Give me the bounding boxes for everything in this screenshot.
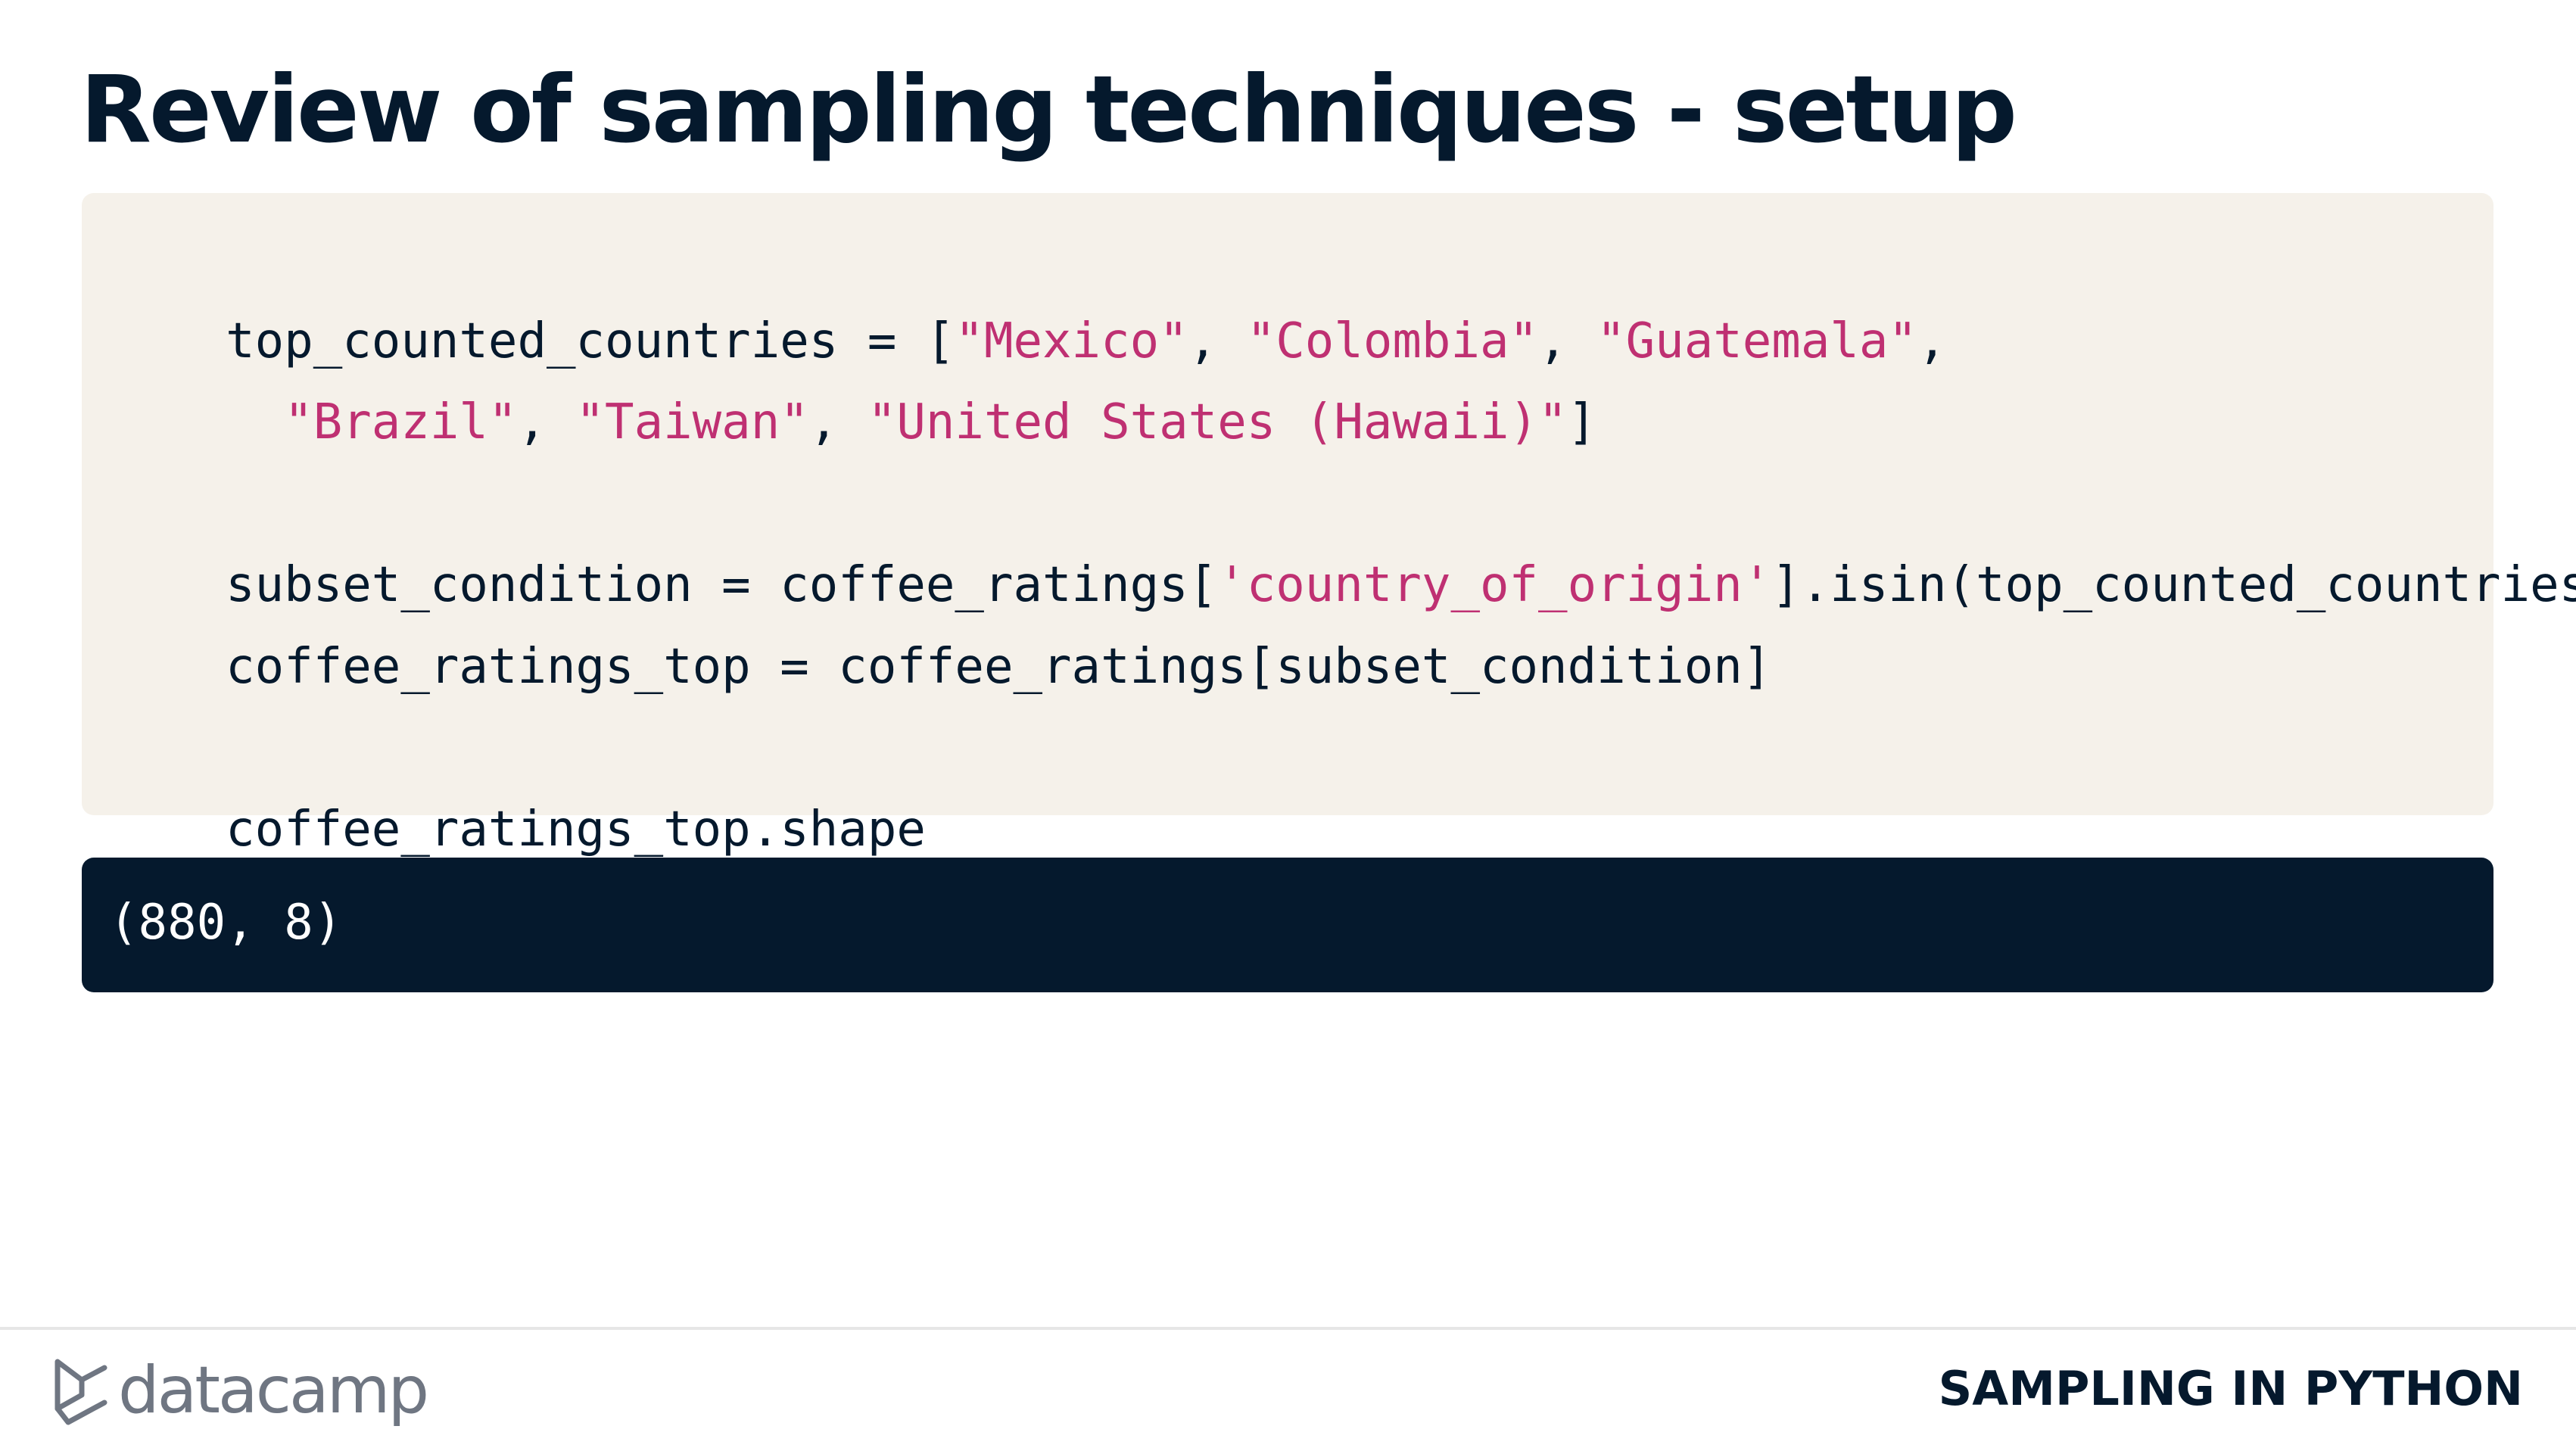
output-text: (880, 8) (109, 895, 343, 951)
code-string-token: "Brazil" (284, 394, 518, 450)
code-line: subset_condition = coffee_ratings['count… (109, 464, 2576, 613)
datacamp-logo-icon (55, 1359, 107, 1425)
code-token: , (517, 394, 576, 450)
code-line: top_counted_countries = ["Mexico", "Colo… (109, 220, 2493, 369)
code-string-token: "Guatemala" (1596, 313, 1917, 369)
code-string-token: 'country_of_origin' (1217, 557, 1772, 613)
code-token: coffee_ratings_top.shape (226, 801, 926, 858)
code-token: , (1188, 313, 1247, 369)
slide-title: Review of sampling techniques - setup (80, 56, 2017, 163)
code-block: top_counted_countries = ["Mexico", "Colo… (82, 193, 2576, 858)
output-block: (880, 8) (82, 858, 2493, 992)
code-string-token: "Taiwan" (575, 394, 809, 450)
code-token: , (1538, 313, 1597, 369)
datacamp-logo: datacamp (51, 1349, 429, 1432)
code-string-token: "United States (Hawaii)" (867, 394, 1568, 450)
code-token: coffee_ratings_top = coffee_ratings[subs… (226, 638, 1772, 695)
course-name: SAMPLING IN PYTHON (1938, 1361, 2523, 1416)
code-token: ] (1567, 394, 1597, 450)
footer-divider (0, 1327, 2576, 1330)
brand-name: datacamp (118, 1353, 429, 1428)
code-string-token: "Mexico" (955, 313, 1188, 369)
code-token: , (1917, 313, 1947, 369)
code-line: coffee_ratings_top.shape (109, 708, 2493, 858)
code-token: , (808, 394, 867, 450)
code-token: subset_condition = coffee_ratings[ (226, 557, 1218, 613)
code-token: ].isin(top_counted_countries) (1771, 557, 2576, 613)
code-string-token: "Colombia" (1246, 313, 1539, 369)
code-token: top_counted_countries = [ (226, 313, 955, 369)
